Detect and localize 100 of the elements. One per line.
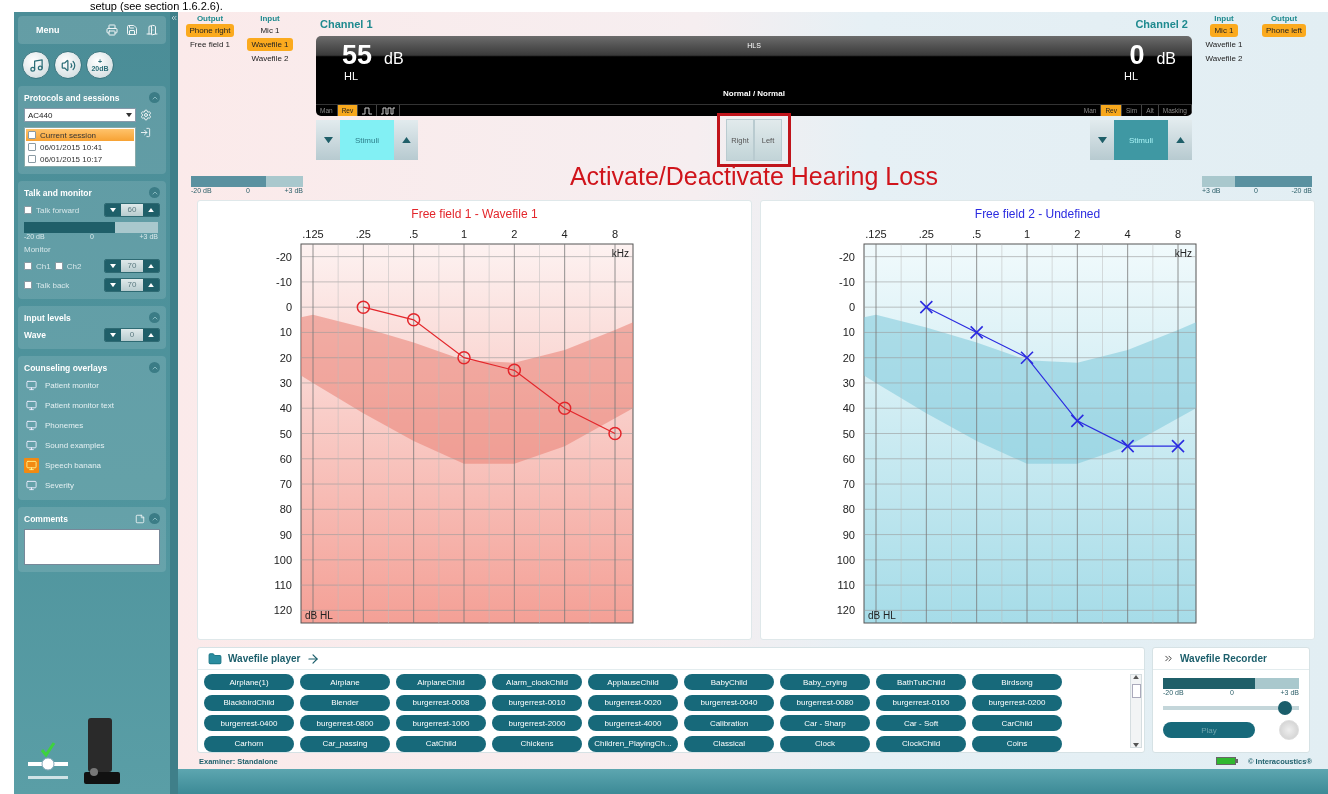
io-option[interactable]: Wavefile 1	[247, 38, 293, 51]
wavefile-button[interactable]: BlackbirdChild	[204, 694, 294, 711]
wavefile-button[interactable]: Carhorn	[204, 735, 294, 752]
wavefile-button[interactable]: burgerrest-0200	[972, 694, 1062, 711]
collapse-button[interactable]	[149, 513, 160, 524]
comment-field[interactable]	[24, 529, 160, 565]
wavefile-button[interactable]: CatChild	[396, 735, 486, 752]
value-spinner[interactable]: 70	[104, 278, 160, 292]
io-option[interactable]: Mic 1	[256, 24, 284, 37]
wavefile-button[interactable]: burgerrest-1000	[396, 715, 486, 731]
wavefile-button[interactable]: burgerrest-0040	[684, 694, 774, 711]
import-icon[interactable]	[140, 127, 151, 138]
wavefile-button[interactable]: BabyChild	[684, 674, 774, 690]
collapse-button[interactable]	[149, 92, 160, 103]
io-option[interactable]: Free field 1	[186, 38, 234, 51]
wavefile-button[interactable]: burgerrest-0010	[492, 694, 582, 711]
decrease-button[interactable]	[1090, 120, 1114, 160]
increase-button[interactable]	[143, 329, 159, 341]
scrollbar[interactable]	[1130, 674, 1142, 748]
wavefile-button[interactable]: Car - Sharp	[780, 715, 870, 731]
wavefile-button[interactable]: Chickens	[492, 735, 582, 752]
arrow-right-icon[interactable]	[306, 651, 321, 666]
door-icon[interactable]	[146, 24, 158, 36]
io-option[interactable]: Wavefile 2	[1201, 52, 1247, 65]
wavefile-button[interactable]: burgerrest-0100	[876, 694, 966, 711]
wavefile-button[interactable]: Airplane(1)	[204, 674, 294, 690]
note-icon[interactable]	[135, 513, 145, 524]
wavefile-button[interactable]: Children_PlayingCh...	[588, 735, 678, 752]
collapse-button[interactable]	[149, 187, 160, 198]
stimuli-button[interactable]: Stimuli	[340, 120, 394, 160]
scrollbar-thumb[interactable]	[1131, 684, 1141, 698]
wavefile-button[interactable]: AirplaneChild	[396, 674, 486, 690]
session-item[interactable]: Current session	[26, 129, 134, 141]
axis-label: dB HL	[305, 610, 333, 621]
checkbox[interactable]	[28, 143, 36, 151]
slider-thumb[interactable]	[1278, 701, 1293, 715]
checkbox[interactable]	[24, 281, 32, 289]
gear-icon[interactable]	[140, 109, 152, 121]
wavefile-button[interactable]: Birdsong	[972, 674, 1062, 690]
io-option[interactable]: Wavefile 1	[1201, 38, 1247, 51]
increase-button[interactable]	[143, 260, 159, 272]
increase-button[interactable]	[1168, 120, 1192, 160]
wavefile-button[interactable]: Blender	[300, 694, 390, 711]
wavefile-button[interactable]: Coins	[972, 735, 1062, 752]
session-item[interactable]: 06/01/2015 10:17	[26, 153, 134, 165]
checkbox[interactable]	[24, 206, 32, 214]
wavefile-button[interactable]: Car_passing	[300, 735, 390, 752]
wavefile-button[interactable]: burgerrest-0400	[204, 715, 294, 731]
io-option[interactable]: Phone right	[185, 24, 235, 37]
checkbox[interactable]	[24, 262, 32, 270]
axis-tick-label: 120	[273, 604, 292, 617]
wavefile-button[interactable]: burgerrest-0800	[300, 715, 390, 731]
wavefile-button[interactable]: Baby_crying	[780, 674, 870, 690]
decrease-button[interactable]	[105, 279, 121, 291]
level-value: 55	[342, 40, 373, 70]
wavefile-button[interactable]: burgerrest-4000	[588, 715, 678, 731]
level-scale: HL	[344, 70, 359, 82]
music-note-button[interactable]	[22, 51, 50, 79]
decrease-button[interactable]	[105, 260, 121, 272]
speaker-button[interactable]	[54, 51, 82, 79]
wavefile-button[interactable]: Classical	[684, 735, 774, 752]
protocol-select[interactable]: AC440	[24, 108, 136, 122]
wavefile-button[interactable]: Airplane	[300, 674, 390, 690]
value-spinner[interactable]: 70	[104, 259, 160, 273]
wavefile-button[interactable]: burgerrest-0020	[588, 694, 678, 711]
session-item[interactable]: 06/01/2015 10:41	[26, 141, 134, 153]
collapse-button[interactable]	[149, 312, 160, 323]
save-icon[interactable]	[126, 24, 138, 36]
wavefile-button[interactable]: ClockChild	[876, 735, 966, 752]
axis-tick-label: .25	[918, 228, 934, 240]
wavefile-button[interactable]: Car - Soft	[876, 715, 966, 731]
wavefile-button[interactable]: Alarm_clockChild	[492, 674, 582, 690]
expand-icon[interactable]	[1163, 653, 1174, 664]
checkbox[interactable]	[28, 155, 36, 163]
io-option[interactable]: Mic 1	[1210, 24, 1238, 37]
wavefile-button[interactable]: burgerrest-2000	[492, 715, 582, 731]
wavefile-button[interactable]: Clock	[780, 735, 870, 752]
wavefile-button[interactable]: burgerrest-0080	[780, 694, 870, 711]
wavefile-button[interactable]: ApplauseChild	[588, 674, 678, 690]
io-option[interactable]: Phone left	[1262, 24, 1306, 37]
decrease-button[interactable]	[105, 329, 121, 341]
value-spinner[interactable]: 0	[104, 328, 160, 342]
print-icon[interactable]	[106, 24, 118, 36]
increase-button[interactable]	[394, 120, 418, 160]
value-spinner[interactable]: 60	[104, 203, 160, 217]
increase-button[interactable]	[143, 279, 159, 291]
wavefile-button[interactable]: burgerrest-0008	[396, 694, 486, 711]
increase-button[interactable]	[143, 204, 159, 216]
wavefile-button[interactable]: CarChild	[972, 715, 1062, 731]
collapse-button[interactable]	[149, 362, 160, 373]
io-option[interactable]: Wavefile 2	[247, 52, 293, 65]
decrease-button[interactable]	[316, 120, 340, 160]
folder-icon[interactable]	[208, 651, 222, 666]
spinner-value: 0	[121, 329, 143, 341]
wavefile-button[interactable]: Calibration	[684, 715, 774, 731]
checkbox[interactable]	[28, 131, 36, 139]
cross-marker	[1171, 439, 1185, 453]
decrease-button[interactable]	[105, 204, 121, 216]
checkbox[interactable]	[54, 262, 63, 270]
wavefile-button[interactable]: BathTubChild	[876, 674, 966, 690]
